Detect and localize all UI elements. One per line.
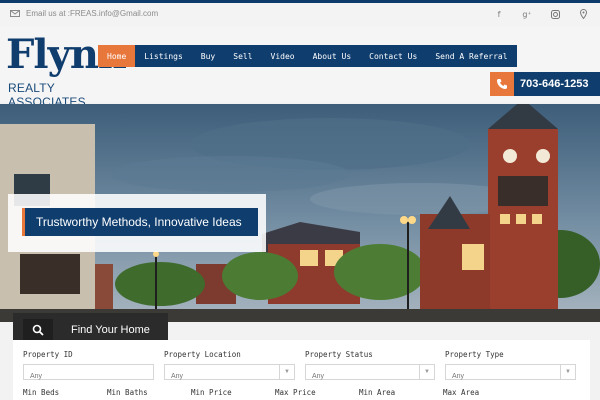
nav-item-sell[interactable]: Sell <box>224 45 261 67</box>
min-price-label: Min Price <box>191 388 232 397</box>
email-contact[interactable]: Email us at :FREAS.info@Gmail.com <box>10 9 158 18</box>
top-bar: Email us at :FREAS.info@Gmail.com f g⁺ <box>0 3 600 27</box>
max-price-label: Max Price <box>275 388 316 397</box>
nav-item-send-a-referral[interactable]: Send A Referral <box>426 45 516 67</box>
min-beds-label: Min Beds <box>23 388 60 397</box>
chevron-down-icon: ▼ <box>279 365 294 379</box>
google-plus-icon[interactable]: g⁺ <box>522 9 532 19</box>
property-type-value[interactable] <box>446 369 575 384</box>
phone-number: 703-646-1253 <box>520 78 589 90</box>
site-header: Flynn REALTY ASSOCIATES Home Listings Bu… <box>0 27 600 109</box>
nav-item-listings[interactable]: Listings <box>135 45 192 67</box>
instagram-icon[interactable] <box>550 9 560 19</box>
property-location-value[interactable] <box>165 369 294 384</box>
property-type-select[interactable]: ▼ <box>445 364 576 384</box>
min-baths-label: Min Baths <box>107 388 148 397</box>
tagline-box: Trustworthy Methods, Innovative Ideas <box>8 194 266 252</box>
main-nav: Home Listings Buy Sell Video About Us Co… <box>98 45 517 67</box>
tagline-text: Trustworthy Methods, Innovative Ideas <box>36 215 242 229</box>
nav-item-about-us[interactable]: About Us <box>304 45 361 67</box>
map-pin-icon[interactable] <box>578 9 588 19</box>
min-area-label: Min Area <box>359 388 396 397</box>
search-icon <box>23 319 53 341</box>
nav-item-home[interactable]: Home <box>98 45 136 67</box>
nav-item-video[interactable]: Video <box>262 45 304 67</box>
property-type-label: Property Type <box>445 350 504 359</box>
property-location-select[interactable]: ▼ <box>164 364 295 384</box>
find-your-home-label: Find Your Home <box>71 324 150 336</box>
property-status-select[interactable]: ▼ <box>305 364 435 384</box>
property-status-label: Property Status <box>305 350 373 359</box>
hero-banner: Trustworthy Methods, Innovative Ideas <box>0 104 600 322</box>
property-search-panel: Property ID Property Location Property S… <box>13 340 590 400</box>
phone-contact[interactable]: 703-646-1253 <box>490 72 600 96</box>
nav-item-buy[interactable]: Buy <box>192 45 224 67</box>
social-links: f g⁺ <box>494 9 588 19</box>
property-status-value[interactable] <box>306 369 434 384</box>
property-id-field[interactable] <box>23 364 154 384</box>
max-area-label: Max Area <box>443 388 480 397</box>
nav-item-contact-us[interactable]: Contact Us <box>360 45 426 67</box>
property-id-input[interactable] <box>24 369 153 384</box>
envelope-icon <box>10 10 20 17</box>
property-id-label: Property ID <box>23 350 73 359</box>
chevron-down-icon: ▼ <box>560 365 575 379</box>
tagline-bar: Trustworthy Methods, Innovative Ideas <box>22 208 258 236</box>
email-text: Email us at :FREAS.info@Gmail.com <box>26 9 159 18</box>
property-location-label: Property Location <box>164 350 241 359</box>
chevron-down-icon: ▼ <box>419 365 434 379</box>
facebook-icon[interactable]: f <box>494 9 504 19</box>
phone-icon <box>490 72 514 96</box>
